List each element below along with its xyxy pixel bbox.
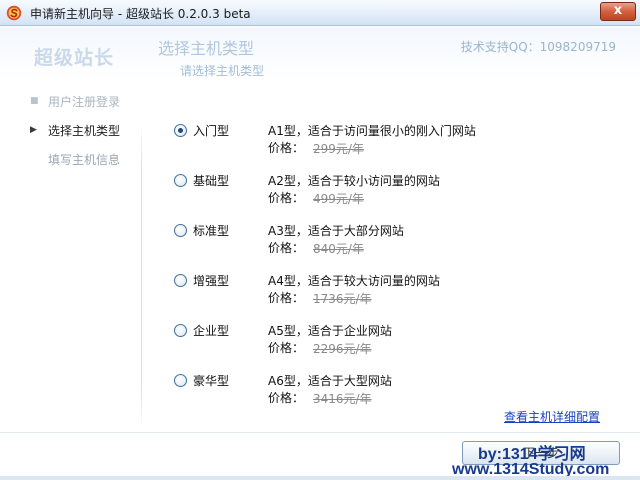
step-label: 用户注册登录 <box>48 95 121 109</box>
option-description: A4型，适合于较大访问量的网站 <box>268 274 440 288</box>
option-price: 499元/年 <box>313 192 364 206</box>
price-label: 价格： <box>268 391 305 405</box>
price-label: 价格： <box>268 241 305 255</box>
option-description: A2型，适合于较小访问量的网站 <box>268 174 440 188</box>
window-title: 申请新主机向导 - 超级站长 0.2.0.3 beta <box>30 7 251 21</box>
support-qq: 技术支持QQ：1098209719 <box>460 40 616 54</box>
step-pending-icon <box>30 153 38 165</box>
option-luxury[interactable]: 豪华型 A6型，适合于大型网站 价格： 3416元/年 <box>168 364 618 406</box>
price-label: 价格： <box>268 341 305 355</box>
footer-divider <box>0 432 640 433</box>
option-name[interactable]: 增强型 <box>193 272 229 289</box>
option-price: 840元/年 <box>313 242 364 256</box>
radio-button[interactable] <box>174 374 187 387</box>
step-select-host-type: ▶ 选择主机类型 <box>30 121 140 139</box>
radio-button[interactable] <box>174 324 187 337</box>
option-name[interactable]: 企业型 <box>193 322 229 339</box>
option-standard[interactable]: 标准型 A3型，适合于大部分网站 价格： 840元/年 <box>168 214 618 256</box>
option-price: 1736元/年 <box>313 292 372 306</box>
price-label: 价格： <box>268 141 305 155</box>
option-starter[interactable]: 入门型 A1型，适合于访问量很小的刚入门网站 价格： 299元/年 <box>168 114 618 156</box>
close-button[interactable]: x <box>600 2 636 21</box>
sidebar-divider <box>141 122 142 432</box>
radio-button[interactable] <box>174 174 187 187</box>
option-name[interactable]: 标准型 <box>193 222 229 239</box>
radio-button[interactable] <box>174 274 187 287</box>
brand-title: 超级站长 <box>34 47 115 69</box>
step-label: 选择主机类型 <box>48 124 121 138</box>
radio-button[interactable] <box>174 224 187 237</box>
title-bar: 申请新主机向导 - 超级站长 0.2.0.3 beta x <box>0 0 640 26</box>
option-basic[interactable]: 基础型 A2型，适合于较小访问量的网站 价格： 499元/年 <box>168 164 618 206</box>
page-title: 选择主机类型 <box>158 39 255 58</box>
wizard-header: 超级站长 选择主机类型 请选择主机类型 技术支持QQ：1098209719 <box>0 27 640 80</box>
view-host-details-link[interactable]: 查看主机详细配置 <box>504 408 600 425</box>
option-enhanced[interactable]: 增强型 A4型，适合于较大访问量的网站 价格： 1736元/年 <box>168 264 618 306</box>
app-logo-icon <box>6 5 22 21</box>
step-done-icon: ■ <box>30 96 39 106</box>
option-name[interactable]: 基础型 <box>193 172 229 189</box>
option-description: A5型，适合于企业网站 <box>268 324 392 338</box>
option-name[interactable]: 入门型 <box>193 122 229 139</box>
option-price: 299元/年 <box>313 142 364 156</box>
host-type-options: 入门型 A1型，适合于访问量很小的刚入门网站 价格： 299元/年 基础型 A2… <box>168 110 618 410</box>
page-subtitle: 请选择主机类型 <box>180 64 265 78</box>
window-bottom-edge <box>0 476 640 480</box>
option-name[interactable]: 豪华型 <box>193 372 229 389</box>
option-description: A6型，适合于大型网站 <box>268 374 392 388</box>
price-label: 价格： <box>268 291 305 305</box>
step-user-login: ■ 用户注册登录 <box>30 92 140 110</box>
step-current-arrow-icon: ▶ <box>30 125 37 135</box>
option-description: A1型，适合于访问量很小的刚入门网站 <box>268 124 476 138</box>
option-price: 3416元/年 <box>313 392 372 406</box>
radio-dot-icon <box>178 128 183 133</box>
option-price: 2296元/年 <box>313 342 372 356</box>
step-fill-host-info: 填写主机信息 <box>30 150 140 168</box>
option-description: A3型，适合于大部分网站 <box>268 224 404 238</box>
wizard-steps: ■ 用户注册登录 ▶ 选择主机类型 填写主机信息 <box>0 80 142 450</box>
price-label: 价格： <box>268 191 305 205</box>
radio-button-selected[interactable] <box>174 124 187 137</box>
option-enterprise[interactable]: 企业型 A5型，适合于企业网站 价格： 2296元/年 <box>168 314 618 356</box>
step-label: 填写主机信息 <box>48 153 121 167</box>
